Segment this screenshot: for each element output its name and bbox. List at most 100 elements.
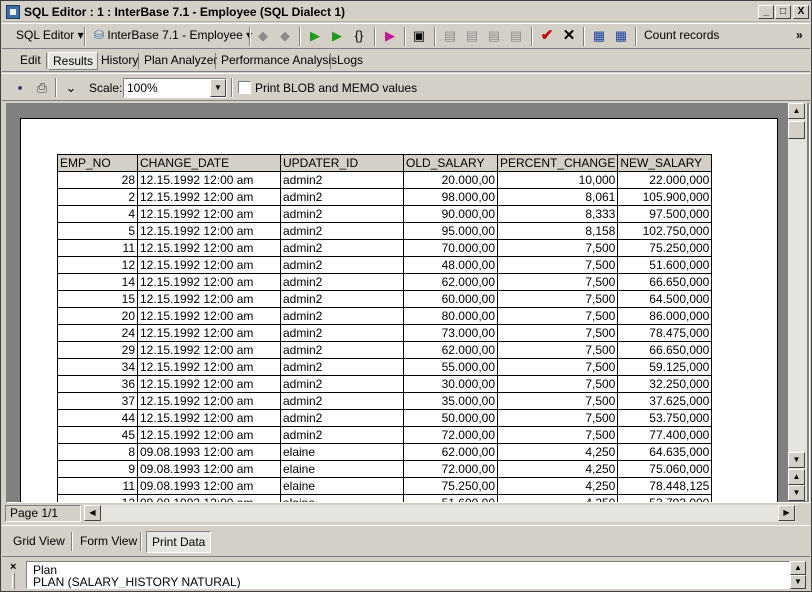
table-cell: 70.000,00 — [403, 239, 498, 257]
scroll-right-icon[interactable]: ▶ — [778, 505, 795, 521]
connection-dropdown[interactable]: ⛁ InterBase 7.1 - Employee ▾ — [90, 26, 256, 47]
page-down-icon[interactable]: ▼ — [788, 485, 805, 501]
table-cell: 5 — [57, 222, 138, 240]
print-icon[interactable]: ⎙ — [34, 80, 50, 96]
scale-combo[interactable]: 100% ▼ — [123, 78, 227, 98]
scroll-thumb[interactable] — [788, 121, 805, 139]
tab-performance-analysis[interactable]: Performance Analysis — [217, 52, 341, 70]
scroll-down-icon[interactable]: ▼ — [788, 452, 805, 468]
paste-icon[interactable]: ▤ — [464, 28, 480, 44]
results-table: EMP_NO CHANGE_DATE UPDATER_ID OLD_SALARY… — [57, 154, 713, 502]
table-cell: 12.15.1992 12:00 am — [137, 256, 281, 274]
table-cell: 59.125,000 — [617, 358, 713, 376]
previous-query-icon[interactable]: ◆ — [255, 28, 271, 44]
table-row: 8 09.08.1993 12:00 am elaine 62.000,00 4,250… — [57, 443, 713, 461]
table-cell: 12.15.1992 12:00 am — [137, 426, 281, 444]
grid-options-icon[interactable]: ▦ — [591, 28, 607, 44]
sql-editor-dropdown[interactable]: SQL Editor ▾ — [12, 26, 88, 47]
table-row: 24 12.15.1992 12:00 am admin2 73.000,00 7,50… — [57, 324, 713, 342]
table-cell: 7,500 — [496, 273, 619, 291]
splitter-grip[interactable] — [12, 573, 15, 589]
column-header: PERCENT_CHANGE — [496, 154, 619, 172]
tab-plan-analyzer-label: Plan Analyzer — [144, 53, 218, 67]
table-cell: 7,500 — [496, 324, 619, 342]
table-cell: 37 — [57, 392, 138, 410]
save-icon[interactable]: ▪ — [12, 80, 28, 96]
count-records-button[interactable]: Count records — [640, 26, 723, 47]
table-cell: 7,500 — [496, 290, 619, 308]
table-row: 9 09.08.1993 12:00 am elaine 72.000,00 4,250… — [57, 460, 713, 478]
print-data-button[interactable]: Print Data — [146, 531, 212, 553]
table-cell: 12 — [57, 256, 138, 274]
tab-logs[interactable]: Logs — [333, 52, 367, 70]
column-header: EMP_NO — [57, 154, 138, 172]
execute-script-icon[interactable]: ▶ — [329, 28, 345, 44]
chevron-down-icon[interactable]: ▼ — [210, 79, 226, 97]
app-icon — [6, 5, 20, 19]
table-row: 29 12.15.1992 12:00 am admin2 62.000,00 7,50… — [57, 341, 713, 359]
grid-view-button[interactable]: Grid View — [8, 531, 70, 553]
tab-performance-analysis-label: Performance Analysis — [221, 53, 338, 67]
clear-icon[interactable]: ▤ — [508, 28, 524, 44]
open-query-icon[interactable]: ▣ — [411, 28, 427, 44]
table-cell: 09.08.1993 12:00 am — [137, 443, 281, 461]
commit-icon[interactable]: ✔ — [539, 28, 555, 44]
page-setup-icon[interactable]: ⌄ — [63, 80, 79, 96]
tab-results[interactable]: Results — [48, 52, 99, 70]
toolbar-separator — [84, 27, 86, 46]
table-cell: 48.000,00 — [403, 256, 498, 274]
table-cell: 78.448,125 — [617, 477, 713, 495]
vertical-scrollbar[interactable]: ▲ ▼ ▲ ▼ — [788, 103, 807, 501]
clipboard-icon[interactable]: ▤ — [486, 28, 502, 44]
table-cell: 7,500 — [496, 426, 619, 444]
column-header: OLD_SALARY — [403, 154, 498, 172]
print-preview: EMP_NO CHANGE_DATE UPDATER_ID OLD_SALARY… — [6, 103, 810, 503]
table-cell: 86.000,000 — [617, 307, 713, 325]
scroll-up-icon[interactable]: ▲ — [790, 561, 806, 575]
form-view-button[interactable]: Form View — [75, 531, 142, 553]
table-options-icon[interactable]: ▦ — [613, 28, 629, 44]
rollback-icon[interactable]: ✕ — [561, 28, 577, 44]
maximize-button[interactable]: □ — [775, 5, 791, 19]
next-query-icon[interactable]: ◆ — [277, 28, 293, 44]
scroll-up-icon[interactable]: ▲ — [788, 103, 805, 119]
minimize-button[interactable]: _ — [758, 5, 774, 19]
plan-text: Plan PLAN (SALARY_HISTORY NATURAL) — [26, 561, 790, 589]
table-cell: 10,000 — [496, 171, 619, 189]
table-row: 5 12.15.1992 12:00 am admin2 95.000,00 8,158… — [57, 222, 713, 240]
table-cell: 34 — [57, 358, 138, 376]
close-icon[interactable]: × — [10, 561, 16, 573]
table-cell: 4,250 — [496, 494, 619, 502]
plan-scrollbar[interactable]: ▲ ▼ — [790, 561, 806, 589]
table-cell: 12.15.1992 12:00 am — [137, 273, 281, 291]
table-cell: 51.600,000 — [617, 256, 713, 274]
table-cell: 60.000,00 — [403, 290, 498, 308]
scroll-down-icon[interactable]: ▼ — [790, 575, 806, 589]
table-cell: 72.000,00 — [403, 426, 498, 444]
table-cell: 4 — [57, 205, 138, 223]
stop-icon[interactable]: ▶ — [382, 28, 398, 44]
page-up-icon[interactable]: ▲ — [788, 469, 805, 485]
table-cell: 12.15.1992 12:00 am — [137, 375, 281, 393]
table-cell: 8,333 — [496, 205, 619, 223]
scroll-left-icon[interactable]: ◀ — [84, 505, 101, 521]
close-button[interactable]: X — [793, 5, 809, 19]
table-cell: 8 — [57, 443, 138, 461]
table-cell: 12.15.1992 12:00 am — [137, 341, 281, 359]
table-cell: 20 — [57, 307, 138, 325]
execute-icon[interactable]: ▶ — [307, 28, 323, 44]
execute-selected-icon[interactable]: {} — [351, 28, 367, 44]
horizontal-scrollbar[interactable]: ◀ ▶ — [84, 505, 796, 522]
print-blob-checkbox[interactable] — [238, 81, 251, 94]
table-row: 11 12.15.1992 12:00 am admin2 70.000,00 7,50… — [57, 239, 713, 257]
tab-edit[interactable]: Edit — [16, 52, 45, 70]
table-cell: 50.000,00 — [403, 409, 498, 427]
table-cell: 80.000,00 — [403, 307, 498, 325]
copy-icon[interactable]: ▤ — [442, 28, 458, 44]
tab-history[interactable]: History — [97, 52, 142, 70]
table-row: 20 12.15.1992 12:00 am admin2 80.000,00 7,50… — [57, 307, 713, 325]
tab-results-label: Results — [53, 54, 94, 68]
tab-plan-analyzer[interactable]: Plan Analyzer — [140, 52, 221, 70]
toolbar-overflow-button[interactable]: » — [792, 26, 807, 47]
table-cell: 9 — [57, 460, 138, 478]
